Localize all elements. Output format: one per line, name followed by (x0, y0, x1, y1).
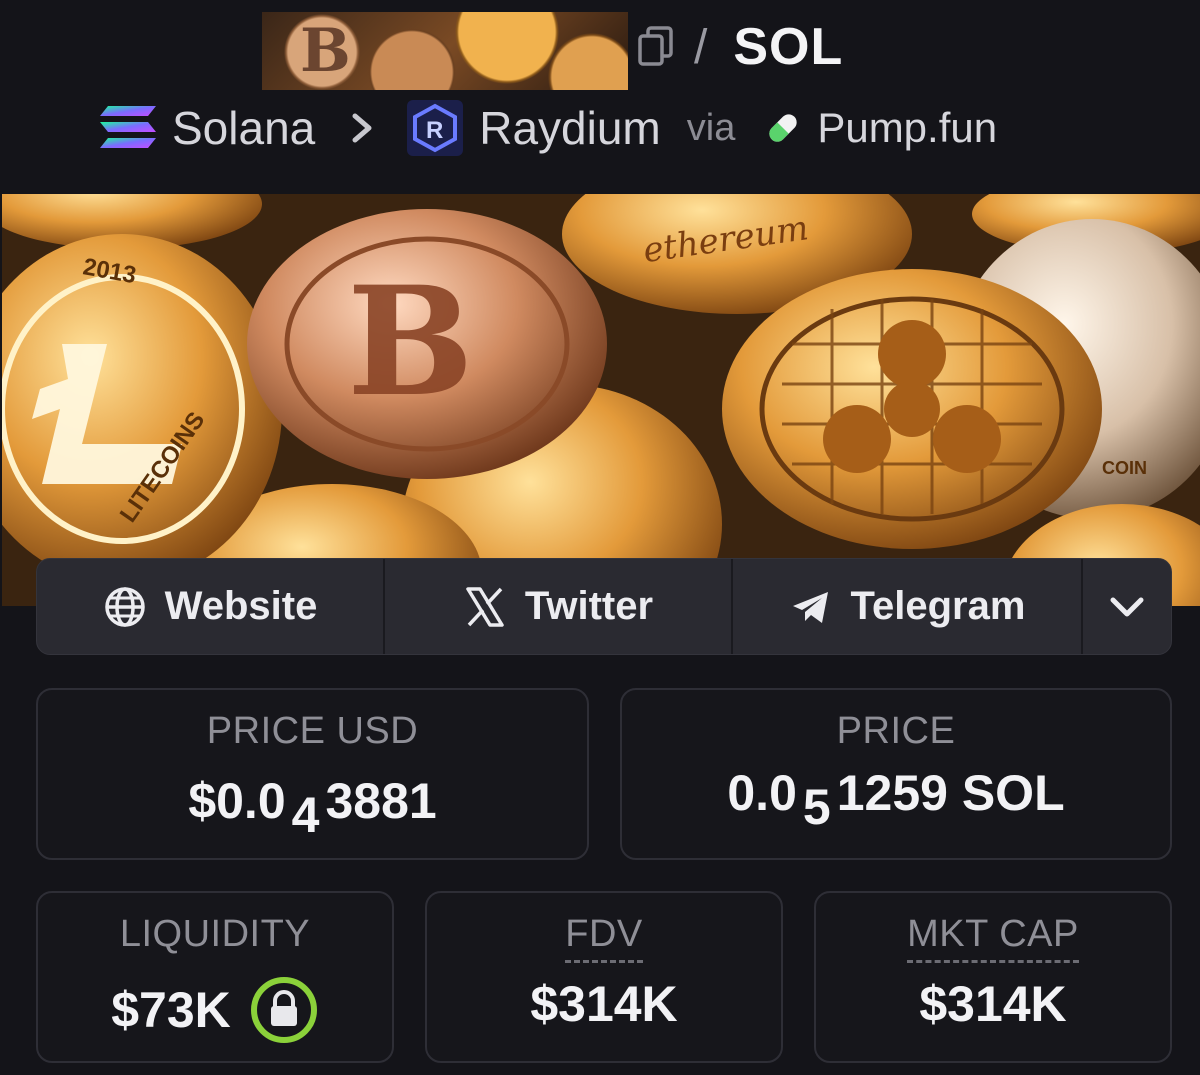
price-usd-digits: 3881 (325, 773, 437, 829)
telegram-label: Telegram (850, 584, 1026, 628)
price-zero-count: 5 (802, 779, 831, 835)
price-usd-zero-count: 4 (291, 787, 320, 843)
more-links-button[interactable] (1083, 559, 1171, 654)
launchpad-name[interactable]: Pump.fun (817, 104, 997, 152)
pill-icon (769, 114, 797, 142)
globe-icon (104, 586, 145, 627)
twitter-button[interactable]: Twitter (385, 559, 733, 654)
price-digits: 1259 SOL (836, 765, 1065, 821)
liquidity-label: LIQUIDITY (119, 913, 311, 955)
x-icon (466, 586, 504, 627)
price-prefix: 0.0 (727, 765, 797, 821)
svg-text:R: R (426, 117, 443, 144)
twitter-label: Twitter (524, 584, 654, 628)
title-separator: / (694, 20, 708, 74)
dex-name[interactable]: Raydium (479, 101, 661, 155)
telegram-button[interactable]: Telegram (733, 559, 1083, 654)
solana-icon (100, 106, 156, 148)
market-cap-label[interactable]: MKT CAP (907, 913, 1079, 963)
price-native-card: PRICE 0.0 5 1259 SOL (620, 688, 1172, 860)
token-symbol: SOL (733, 18, 844, 76)
token-image: B (262, 12, 628, 90)
price-usd-prefix: $0.0 (188, 773, 286, 829)
website-button[interactable]: Website (37, 559, 385, 654)
chevron-down-icon (1110, 597, 1144, 616)
fdv-label[interactable]: FDV (565, 913, 643, 963)
svg-text:B: B (347, 254, 474, 430)
token-banner: B ethereum LITECOINS 2013 COIN (2, 194, 1200, 606)
fdv-card: FDV $314K (425, 891, 783, 1063)
liquidity-value: $73K (111, 982, 231, 1038)
market-cap-value: $314K (919, 976, 1067, 1032)
raydium-icon: R (407, 100, 464, 156)
chain-breadcrumb: Solana R Raydium via Pump.fun (98, 98, 997, 158)
chevron-right-icon (352, 113, 372, 143)
liquidity-card: LIQUIDITY $73K (36, 891, 394, 1063)
market-cap-card: MKT CAP $314K (814, 891, 1172, 1063)
price-label: PRICE (836, 710, 956, 752)
token-title: / SOL (694, 14, 843, 80)
telegram-icon (792, 591, 828, 623)
social-links-bar: Website Twitter Telegram (36, 558, 1172, 655)
thumb-coin-letter: B (300, 16, 351, 86)
via-label: via (686, 106, 736, 149)
chain-name[interactable]: Solana (172, 101, 315, 155)
fdv-value: $314K (530, 976, 678, 1032)
lock-icon[interactable] (249, 975, 319, 1045)
price-usd-label: PRICE USD (206, 710, 419, 752)
price-usd-card: PRICE USD $0.0 4 3881 (36, 688, 589, 860)
coin-label-text: COIN (1102, 458, 1147, 478)
website-label: Website (164, 584, 318, 628)
copy-icon[interactable] (636, 26, 676, 68)
